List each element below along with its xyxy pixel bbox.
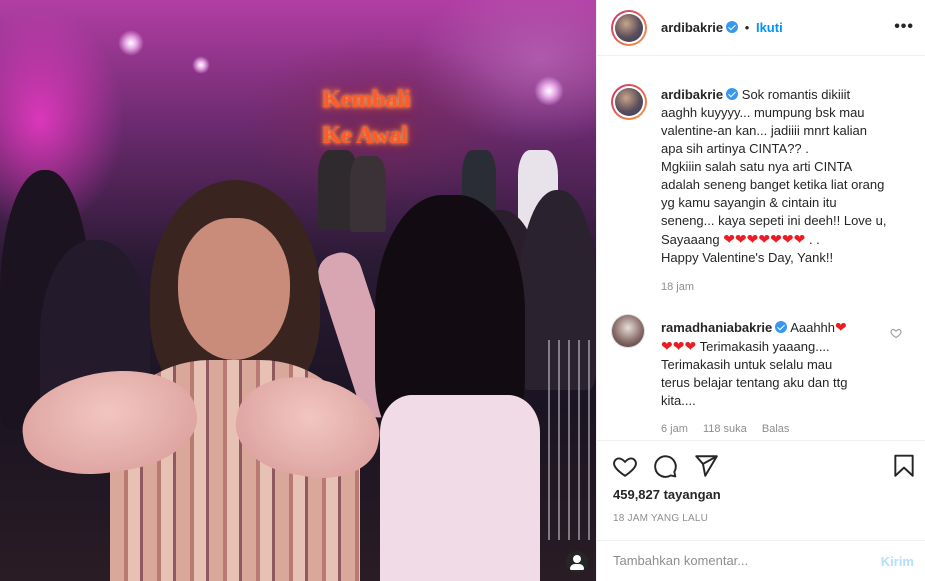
comment-input[interactable] xyxy=(613,553,863,568)
verified-icon xyxy=(775,321,788,333)
reply-button[interactable]: Balas xyxy=(762,423,790,435)
caption-avatar[interactable] xyxy=(611,84,647,120)
caption-time: 18 jam xyxy=(661,281,695,293)
post-video[interactable]: Kembali Ke Awal xyxy=(0,0,596,581)
commenter-avatar[interactable] xyxy=(611,314,645,348)
reply-meta: 6 jam 118 suka Balas xyxy=(661,423,801,435)
post-sidebar: ardibakrie • Ikuti ••• ardibakrie Sok ro… xyxy=(596,0,925,581)
reply-text: ramadhaniabakrie Aaahhh❤ ❤❤❤ Terimakasih… xyxy=(661,319,848,408)
comment-like-icon[interactable] xyxy=(890,327,902,339)
avatar[interactable] xyxy=(611,10,647,46)
header-username[interactable]: ardibakrie xyxy=(661,20,723,35)
bookmark-icon[interactable] xyxy=(891,453,917,479)
post-actions: 459,827 tayangan 18 JAM YANG LALU xyxy=(597,441,925,541)
caption-username[interactable]: ardibakrie xyxy=(661,87,723,102)
reply-time: 6 jam xyxy=(661,423,688,435)
barrier-rail xyxy=(540,340,596,540)
heart-icon[interactable] xyxy=(612,453,638,479)
dancer-top xyxy=(380,395,540,581)
view-count[interactable]: 459,827 tayangan xyxy=(613,487,721,502)
separator: • xyxy=(744,20,750,35)
post-header: ardibakrie • Ikuti ••• xyxy=(597,0,925,56)
ellipsis-icon[interactable]: ••• xyxy=(894,18,914,36)
add-comment-bar: Kirim xyxy=(597,541,925,581)
reply-likes[interactable]: 118 suka xyxy=(703,423,747,435)
stage-sign: Kembali Ke Awal xyxy=(322,86,411,149)
heart-emoji: ❤❤❤❤❤❤❤ xyxy=(723,231,806,247)
stage-light xyxy=(534,76,564,106)
stage-light xyxy=(118,30,144,56)
reply-username[interactable]: ramadhaniabakrie xyxy=(661,320,772,335)
follow-button[interactable]: Ikuti xyxy=(756,20,783,35)
woman-face xyxy=(178,218,290,360)
post-time[interactable]: 18 JAM YANG LALU xyxy=(613,513,708,524)
comment-icon[interactable] xyxy=(652,453,678,479)
header-user-line: ardibakrie • Ikuti xyxy=(661,20,783,35)
verified-icon xyxy=(726,88,739,100)
verified-icon xyxy=(726,21,739,33)
comments-list: ardibakrie Sok romantis dikiiit aaghh ku… xyxy=(597,57,925,441)
performer xyxy=(350,156,386,232)
share-icon[interactable] xyxy=(693,453,719,479)
post-comment-button[interactable]: Kirim xyxy=(881,554,914,569)
caption-text: ardibakrie Sok romantis dikiiit aaghh ku… xyxy=(661,87,887,265)
user-tag-icon[interactable] xyxy=(566,551,588,573)
stage-light xyxy=(192,56,210,74)
